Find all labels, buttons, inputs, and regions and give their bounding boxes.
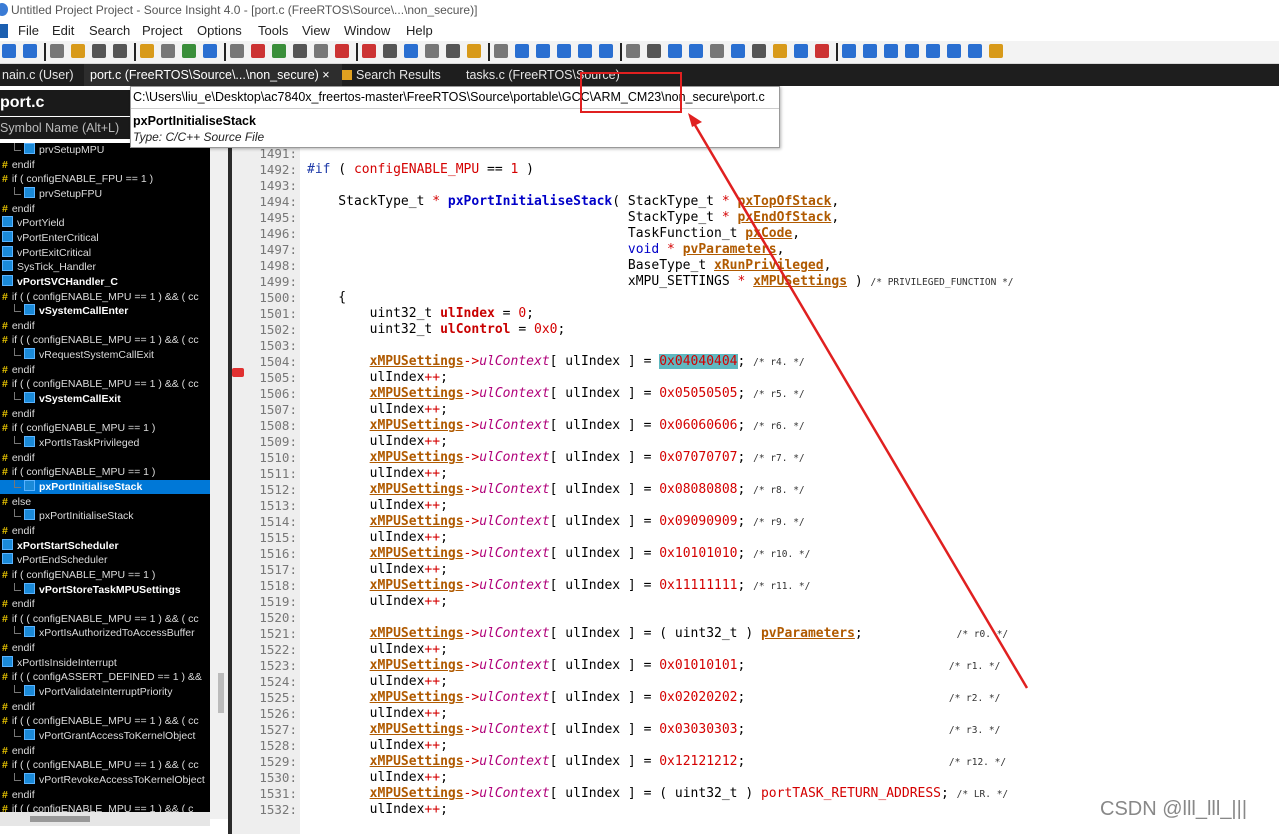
annotation-arrow [688, 113, 1029, 689]
watermark: CSDN @lll_lll_||| [1100, 798, 1248, 820]
